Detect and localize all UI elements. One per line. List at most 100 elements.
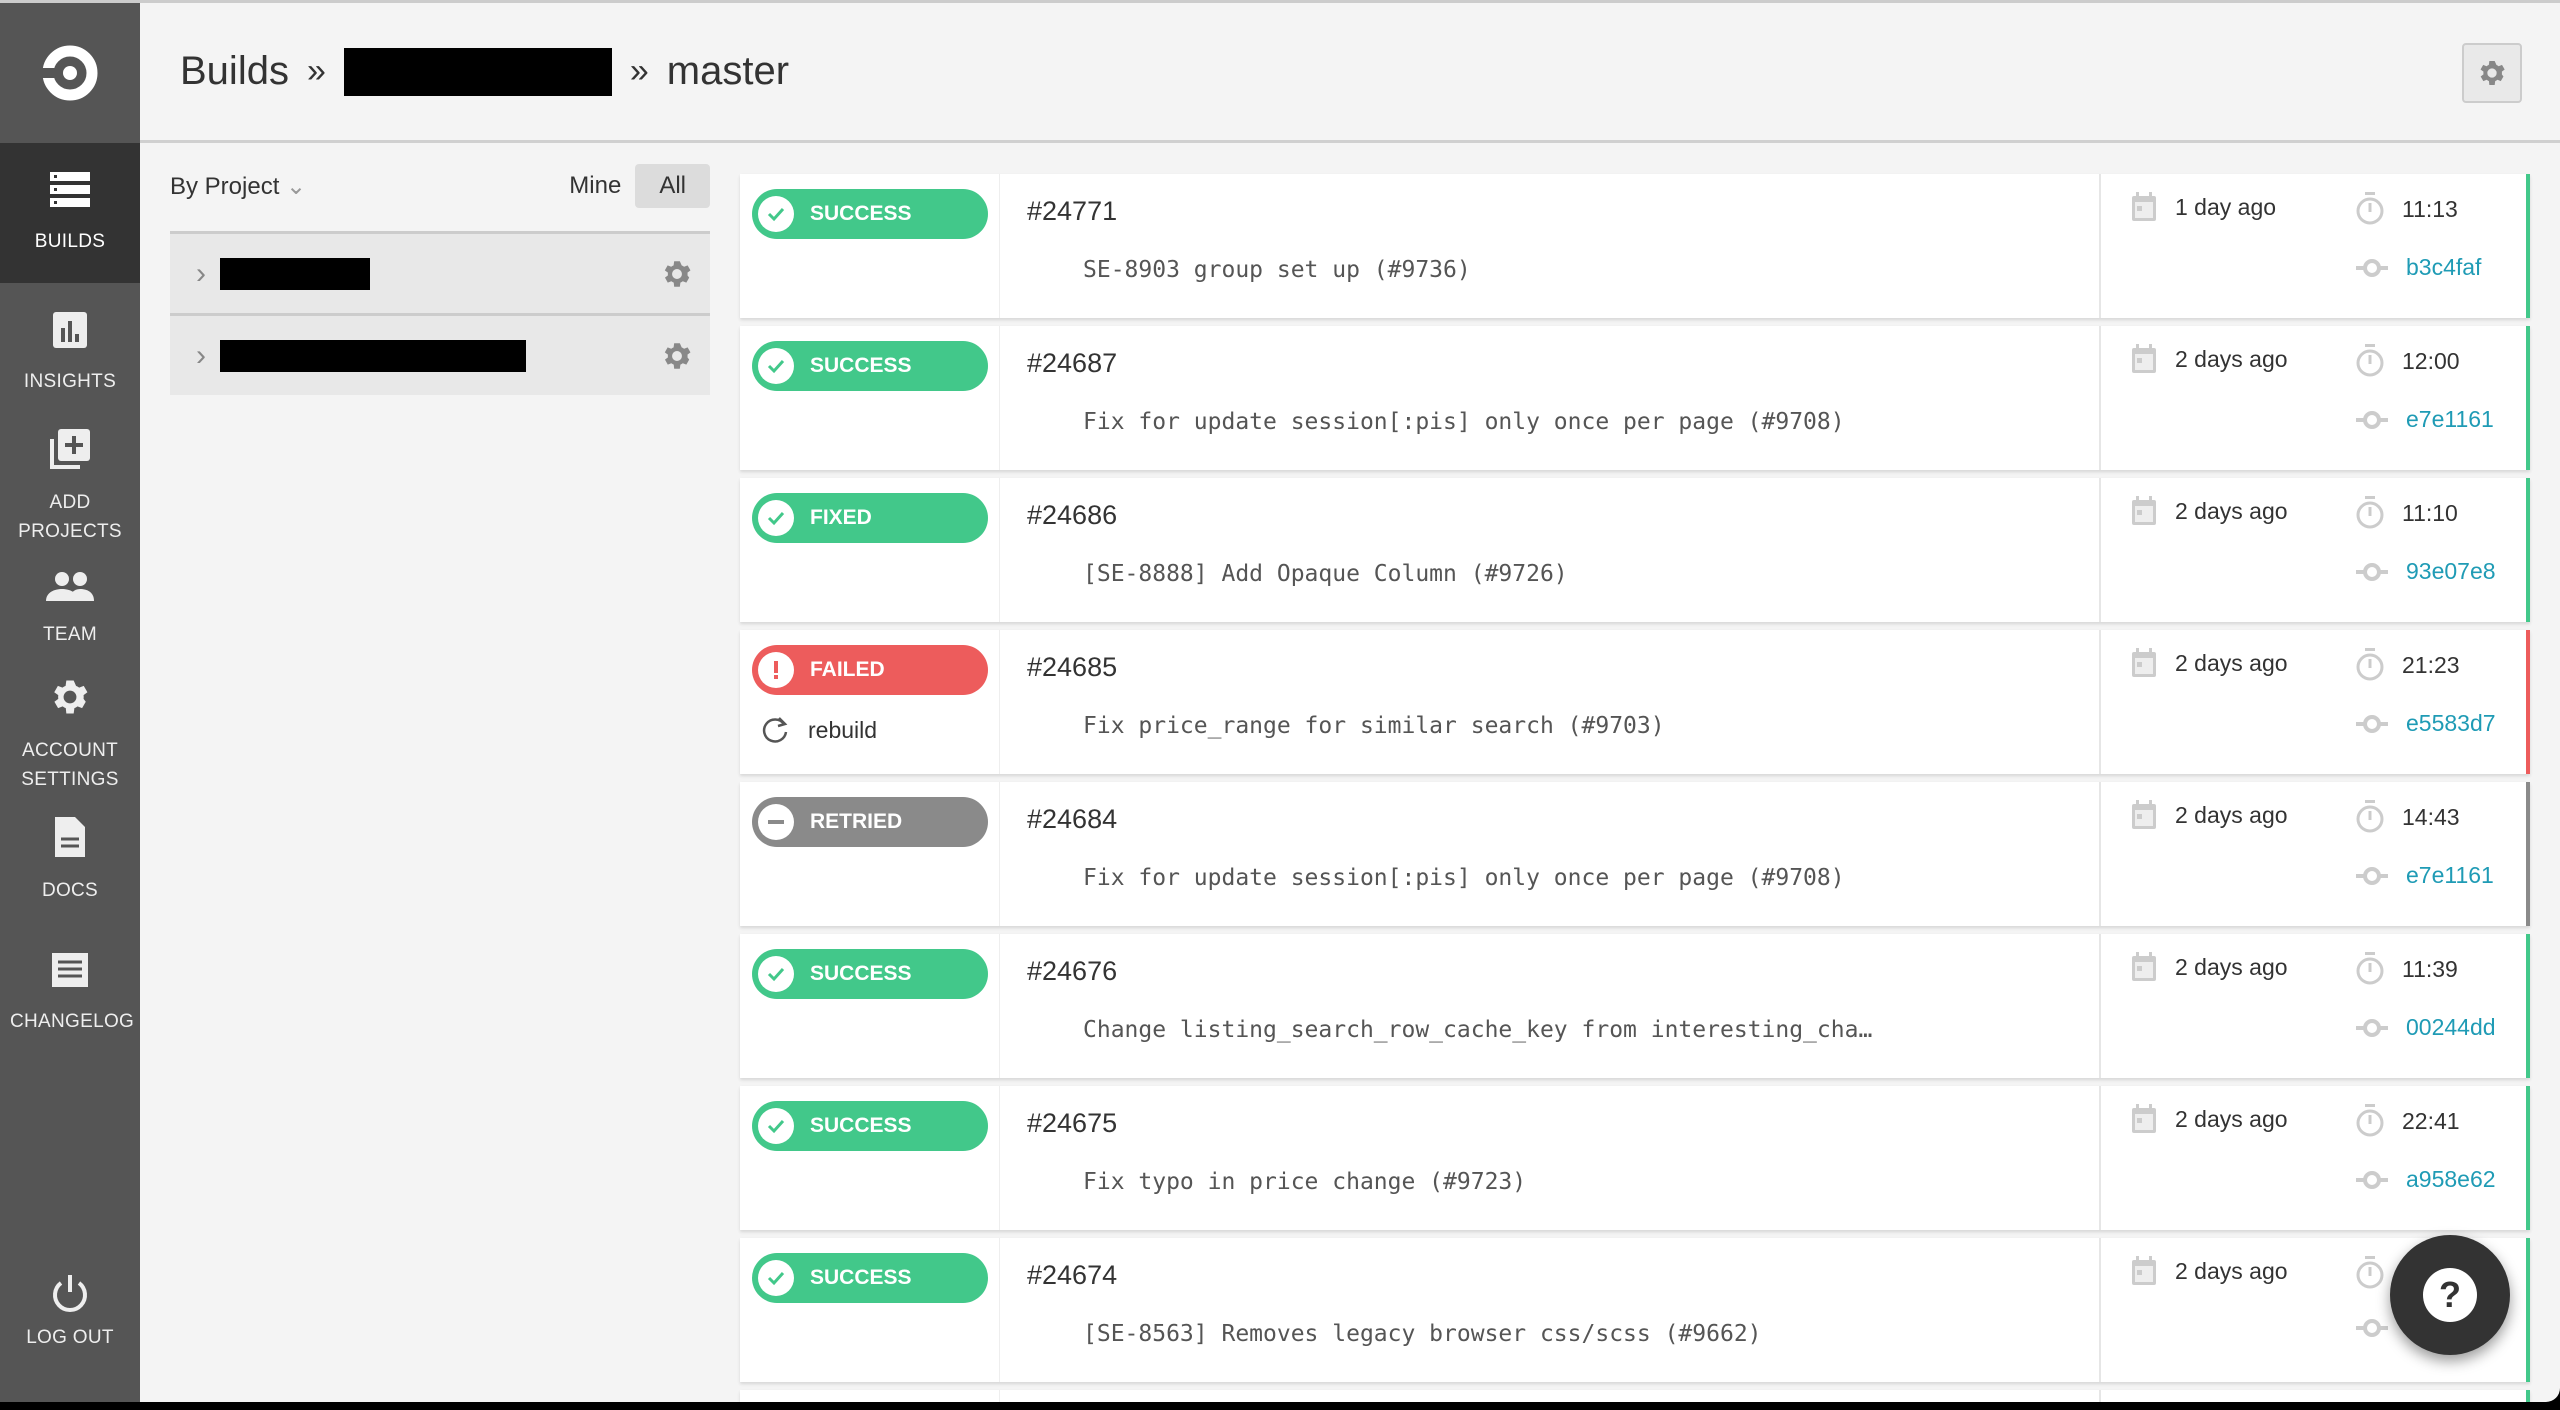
success-icon xyxy=(758,196,794,232)
group-by-dropdown[interactable]: By Project ⌄ xyxy=(170,172,306,201)
status-badge[interactable]: SUCCESS xyxy=(752,341,988,391)
commit-message: Fix for update session[:pis] only once p… xyxy=(1083,409,1845,435)
build-row[interactable]: FAILED rebuild #24685 Fix price_range for s… xyxy=(740,630,2530,774)
sidebar-item-label: LOG OUT xyxy=(26,1327,114,1348)
timer-icon xyxy=(2356,496,2384,529)
project-row[interactable]: › xyxy=(170,313,710,395)
build-date: 2 days ago xyxy=(2175,953,2288,980)
rebuild-button[interactable]: rebuild xyxy=(762,715,999,745)
insights-icon xyxy=(50,310,90,367)
gear-icon[interactable] xyxy=(660,339,694,373)
filter-all[interactable]: All xyxy=(635,164,710,208)
failed-icon xyxy=(758,652,794,688)
build-number[interactable]: #24687 xyxy=(1027,348,2099,379)
build-row[interactable]: SUCCESS #24675 Fix typo in price change (#… xyxy=(740,1086,2530,1230)
build-number[interactable]: #24674 xyxy=(1027,1260,2099,1291)
redacted-project[interactable] xyxy=(343,47,612,96)
calendar-icon xyxy=(2132,1104,2156,1133)
build-row[interactable]: RETRIED #24684 Fix for update session[:pis… xyxy=(740,782,2530,926)
project-panel: By Project ⌄ Mine All › › xyxy=(170,163,710,395)
project-row[interactable]: › xyxy=(170,231,710,313)
status-badge[interactable]: SUCCESS xyxy=(752,1253,988,1303)
help-button[interactable]: ? xyxy=(2390,1235,2510,1355)
status-badge[interactable]: SUCCESS xyxy=(752,949,988,999)
success-icon xyxy=(758,1260,794,1296)
success-icon xyxy=(758,348,794,384)
build-number[interactable]: #24675 xyxy=(1027,1108,2099,1139)
breadcrumb: Builds » » master xyxy=(140,3,2560,143)
gear-icon xyxy=(2480,61,2505,85)
build-row[interactable]: SUCCESS #24771 SE-8903 group set up (#9736… xyxy=(740,174,2530,318)
commit-hash-link[interactable]: 00244dd xyxy=(2406,1014,2496,1041)
commit-icon xyxy=(2356,866,2388,885)
calendar-icon xyxy=(2132,800,2156,829)
commit-hash-link[interactable]: e5583d7 xyxy=(2406,710,2496,737)
build-number[interactable]: #24771 xyxy=(1027,196,2099,227)
build-row-partial[interactable] xyxy=(740,1390,2530,1402)
calendar-icon xyxy=(2132,952,2156,981)
commit-icon xyxy=(2356,1170,2388,1189)
build-number[interactable]: #24686 xyxy=(1027,500,2099,531)
commit-message: Fix typo in price change (#9723) xyxy=(1083,1169,1527,1195)
sidebar-item-team[interactable]: TEAM xyxy=(0,549,140,671)
build-date: 2 days ago xyxy=(2175,345,2288,372)
build-duration: 11:10 xyxy=(2402,499,2458,526)
sidebar-item-builds[interactable]: BUILDS xyxy=(0,143,140,283)
commit-message: [SE-8888] Add Opaque Column (#9726) xyxy=(1083,561,1568,587)
build-date: 2 days ago xyxy=(2175,1105,2288,1132)
timer-icon xyxy=(2356,344,2384,377)
build-duration: 11:39 xyxy=(2402,955,2458,982)
build-row[interactable]: SUCCESS #24674 [SE-8563] Removes legacy br… xyxy=(740,1238,2530,1382)
build-row[interactable]: FIXED #24686 [SE-8888] Add Opaque Column (… xyxy=(740,478,2530,622)
sidebar-item-label: ACCOUNT SETTINGS xyxy=(21,739,119,790)
commit-hash-link[interactable]: a958e62 xyxy=(2406,1166,2496,1193)
build-duration: 22:41 xyxy=(2402,1107,2460,1134)
gear-icon[interactable] xyxy=(660,257,694,291)
settings-button[interactable] xyxy=(2462,43,2522,103)
builds-icon xyxy=(48,170,92,227)
svg-text:?: ? xyxy=(2439,1274,2461,1315)
build-number[interactable]: #24676 xyxy=(1027,956,2099,987)
status-badge[interactable]: SUCCESS xyxy=(752,1101,988,1151)
calendar-icon xyxy=(2132,192,2156,221)
commit-message: SE-8903 group set up (#9736) xyxy=(1083,257,1471,283)
commit-hash-link[interactable]: 93e07e8 xyxy=(2406,558,2496,585)
build-number[interactable]: #24684 xyxy=(1027,804,2099,835)
sidebar-item-log-out[interactable]: LOG OUT xyxy=(0,1271,140,1352)
build-row[interactable]: SUCCESS #24676 Change listing_search_row_c… xyxy=(740,934,2530,1078)
sidebar: BUILDS INSIGHTS ADD PROJECTS TEAM ACCOUNT SE… xyxy=(0,3,140,1402)
commit-hash-link[interactable]: e7e1161 xyxy=(2406,862,2494,889)
status-badge[interactable]: RETRIED xyxy=(752,797,988,847)
app-window: BUILDS INSIGHTS ADD PROJECTS TEAM ACCOUNT SE… xyxy=(0,0,2560,1402)
sidebar-item-add-projects[interactable]: ADD PROJECTS xyxy=(0,423,140,549)
sidebar-item-label: CHANGELOG xyxy=(10,1011,135,1032)
team-icon xyxy=(46,571,94,620)
calendar-icon xyxy=(2132,648,2156,677)
build-date: 2 days ago xyxy=(2175,1257,2288,1284)
commit-icon xyxy=(2356,1319,2388,1337)
status-badge[interactable]: SUCCESS xyxy=(752,189,988,239)
commit-message: [SE-8563] Removes legacy browser css/scs… xyxy=(1083,1321,1762,1347)
commit-message: Fix for update session[:pis] only once p… xyxy=(1083,865,1845,891)
commit-icon xyxy=(2356,714,2388,733)
sidebar-item-label: DOCS xyxy=(41,880,99,901)
build-row[interactable]: SUCCESS #24687 Fix for update session[:pis… xyxy=(740,326,2530,470)
breadcrumb-builds[interactable]: Builds xyxy=(180,49,289,94)
status-badge[interactable]: FAILED xyxy=(752,645,988,695)
chevron-right-icon[interactable]: › xyxy=(196,339,206,373)
filter-mine[interactable]: Mine xyxy=(569,172,621,200)
sidebar-item-docs[interactable]: DOCS xyxy=(0,797,140,923)
build-number[interactable]: #24685 xyxy=(1027,652,2099,683)
sidebar-item-insights[interactable]: INSIGHTS xyxy=(0,283,140,423)
sidebar-item-account-settings[interactable]: ACCOUNT SETTINGS xyxy=(0,671,140,797)
commit-hash-link[interactable]: e7e1161 xyxy=(2406,406,2494,433)
build-date: 2 days ago xyxy=(2175,497,2288,524)
status-badge[interactable]: FIXED xyxy=(752,493,988,543)
commit-icon xyxy=(2356,410,2388,429)
sidebar-item-changelog[interactable]: CHANGELOG xyxy=(0,923,140,1063)
question-icon: ? xyxy=(2423,1268,2477,1322)
chevron-right-icon[interactable]: › xyxy=(196,257,206,291)
timer-icon xyxy=(2356,952,2384,985)
commit-hash-link[interactable]: b3c4faf xyxy=(2406,254,2481,281)
circleci-logo[interactable] xyxy=(0,3,140,143)
